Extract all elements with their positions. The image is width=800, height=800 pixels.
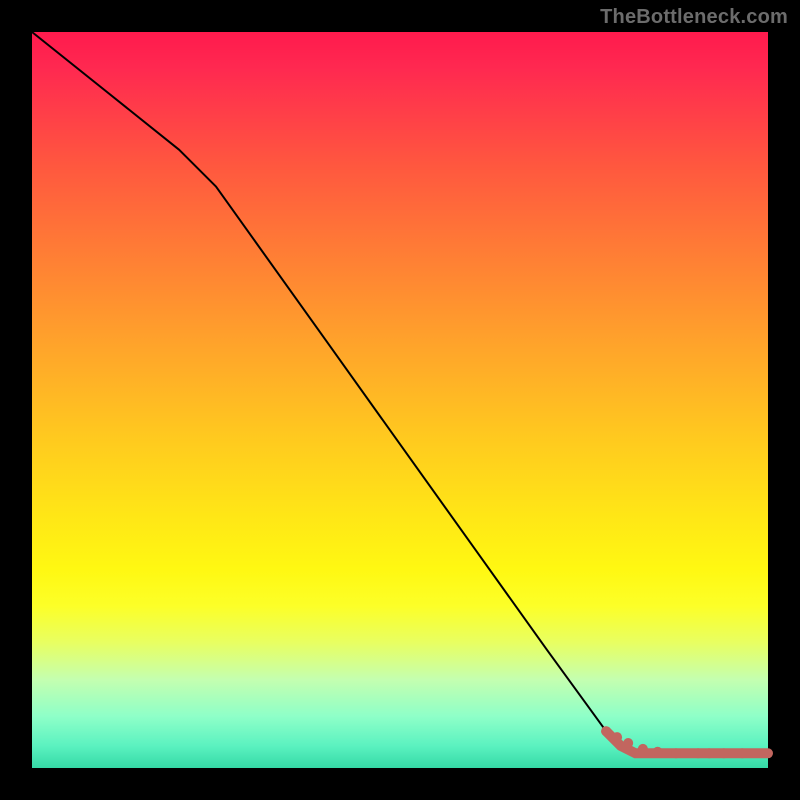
highlight-dot — [623, 738, 633, 748]
highlight-dot — [671, 748, 681, 758]
highlight-dot — [764, 749, 772, 757]
chart-svg — [32, 32, 768, 768]
highlight-dot — [693, 748, 703, 758]
highlight-dot — [737, 748, 747, 758]
highlight-dot — [653, 747, 663, 757]
highlight-dot — [601, 726, 611, 736]
highlight-dot — [638, 744, 648, 754]
highlight-dot — [704, 748, 714, 758]
highlight-dot — [612, 732, 622, 742]
watermark-text: TheBottleneck.com — [600, 6, 788, 29]
bottleneck-curve — [32, 32, 768, 753]
highlight-dot — [719, 748, 729, 758]
plot-area — [32, 32, 768, 768]
